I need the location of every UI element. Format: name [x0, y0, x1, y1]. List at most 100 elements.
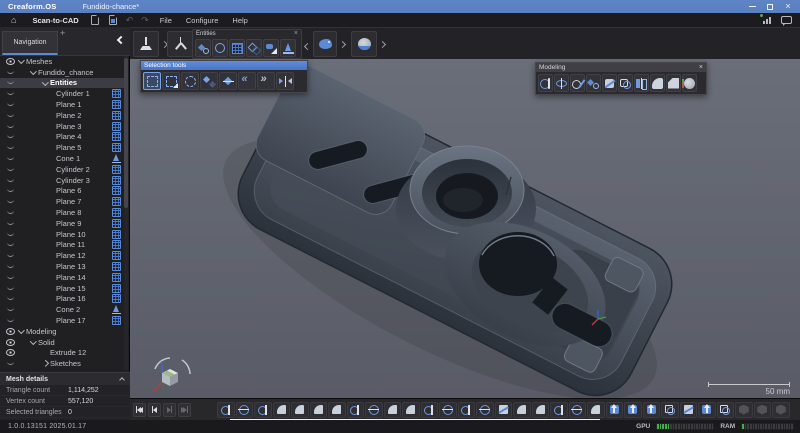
visibility-icon[interactable]	[4, 200, 17, 203]
expand-caret-icon[interactable]	[47, 251, 56, 260]
visibility-icon[interactable]	[4, 168, 17, 171]
expand-caret-icon[interactable]	[47, 154, 56, 163]
expand-caret-icon[interactable]	[47, 294, 56, 303]
tree-row[interactable]: Plane 3	[0, 121, 126, 132]
history-skip-end-button[interactable]	[178, 403, 191, 417]
expand-caret-icon[interactable]	[47, 122, 56, 131]
shrink-selection-icon[interactable]	[257, 72, 275, 90]
smooth-surface-icon[interactable]	[682, 74, 697, 92]
cube[interactable]	[735, 402, 753, 418]
new-document-icon[interactable]	[91, 15, 99, 25]
add-tab-icon[interactable]: +	[60, 28, 65, 38]
history-step-back-button[interactable]	[148, 403, 161, 417]
tree-row[interactable]: Fundido_chance	[0, 67, 126, 78]
menu-scan-to-cad[interactable]: Scan-to-CAD	[25, 13, 85, 27]
visibility-icon[interactable]	[4, 328, 17, 335]
extrude2[interactable]	[606, 402, 624, 418]
history-skip-start-button[interactable]	[133, 403, 146, 417]
fillet[interactable]	[310, 402, 328, 418]
extrude[interactable]	[347, 402, 365, 418]
revolve-icon[interactable]	[554, 74, 569, 92]
tree-row[interactable]: Cylinder 2	[0, 164, 126, 175]
extrude[interactable]	[421, 402, 439, 418]
visibility-icon[interactable]	[4, 362, 17, 365]
expand-caret-icon[interactable]	[47, 230, 56, 239]
close-icon[interactable]: ×	[294, 31, 298, 37]
sweep-icon[interactable]	[570, 74, 585, 92]
extrude2[interactable]	[643, 402, 661, 418]
add-entities-icon[interactable]	[195, 39, 211, 57]
chevron-left-icon[interactable]	[304, 43, 311, 50]
cube[interactable]	[754, 402, 772, 418]
tree-row[interactable]: Solid	[0, 337, 126, 348]
revolve[interactable]	[365, 402, 383, 418]
visibility-icon[interactable]	[4, 146, 17, 149]
revolve[interactable]	[476, 402, 494, 418]
connected-selection-icon[interactable]	[200, 72, 218, 90]
extrude2[interactable]	[624, 402, 642, 418]
tree-row[interactable]: Plane 1	[0, 99, 126, 110]
fillet[interactable]	[328, 402, 346, 418]
visibility-icon[interactable]	[4, 125, 17, 128]
cube[interactable]	[772, 402, 790, 418]
expand-caret-icon[interactable]	[47, 143, 56, 152]
visibility-icon[interactable]	[4, 319, 17, 322]
visibility-icon[interactable]	[4, 308, 17, 311]
surface-tool-button[interactable]	[351, 30, 385, 58]
split-icon[interactable]	[602, 74, 617, 92]
visibility-icon[interactable]	[4, 135, 17, 138]
tree-row[interactable]: Plane 6	[0, 186, 126, 197]
expand-caret-icon[interactable]	[47, 176, 56, 185]
close-button[interactable]: ×	[782, 2, 794, 12]
freeform-selection-icon[interactable]	[162, 72, 180, 90]
visibility-icon[interactable]	[4, 254, 17, 257]
tree-row[interactable]: Plane 9	[0, 218, 126, 229]
boolean[interactable]	[661, 402, 679, 418]
home-icon[interactable]: ⌂	[4, 13, 23, 27]
expand-caret-icon[interactable]	[17, 57, 26, 66]
rectangle-selection-icon[interactable]	[143, 72, 161, 90]
fillet[interactable]	[513, 402, 531, 418]
fillet[interactable]	[273, 402, 291, 418]
tree-row[interactable]: Modeling	[0, 326, 126, 337]
title-bar[interactable]: Creaform.OS Fundido-chance* ×	[0, 0, 800, 13]
tree-row[interactable]: Cone 1	[0, 153, 126, 164]
tree-row[interactable]: Meshes	[0, 56, 126, 67]
combine-icon[interactable]	[618, 74, 633, 92]
revolve[interactable]	[236, 402, 254, 418]
fillet[interactable]	[532, 402, 550, 418]
tree-row[interactable]: Plane 11	[0, 240, 126, 251]
minimize-button[interactable]	[746, 2, 758, 12]
expand-caret-icon[interactable]	[47, 219, 56, 228]
invert-selection-icon[interactable]	[276, 72, 294, 90]
expand-caret-icon[interactable]	[47, 262, 56, 271]
expand-caret-icon[interactable]	[47, 132, 56, 141]
expand-caret-icon[interactable]	[41, 359, 50, 368]
undo-icon[interactable]: ↶	[122, 15, 138, 26]
freeform-tool-button[interactable]	[313, 30, 345, 58]
flood-selection-icon[interactable]	[219, 72, 237, 90]
feedback-chat-icon[interactable]	[781, 16, 792, 24]
extrude[interactable]	[254, 402, 272, 418]
expand-caret-icon[interactable]	[47, 305, 56, 314]
tree-row[interactable]: Sketches	[0, 358, 126, 369]
tree-row[interactable]: Plane 16	[0, 294, 126, 305]
maximize-button[interactable]	[764, 2, 776, 12]
expand-caret-icon[interactable]	[47, 284, 56, 293]
boolean[interactable]	[717, 402, 735, 418]
connection-status-icon[interactable]	[763, 17, 771, 24]
expand-caret-icon[interactable]	[47, 89, 56, 98]
expand-caret-icon[interactable]	[47, 316, 56, 325]
revolve[interactable]	[439, 402, 457, 418]
expand-caret-icon[interactable]	[47, 165, 56, 174]
tree-row[interactable]: Plane 10	[0, 229, 126, 240]
visibility-icon[interactable]	[4, 222, 17, 225]
expand-caret-icon[interactable]	[41, 348, 50, 357]
grow-selection-icon[interactable]	[238, 72, 256, 90]
tree-row[interactable]: Plane 12	[0, 250, 126, 261]
tree-row[interactable]: Cylinder 3	[0, 175, 126, 186]
expand-caret-icon[interactable]	[47, 111, 56, 120]
visibility-icon[interactable]	[4, 92, 17, 95]
palette-title-bar[interactable]: Selection tools	[141, 61, 307, 70]
tree-row[interactable]: Plane 14	[0, 272, 126, 283]
